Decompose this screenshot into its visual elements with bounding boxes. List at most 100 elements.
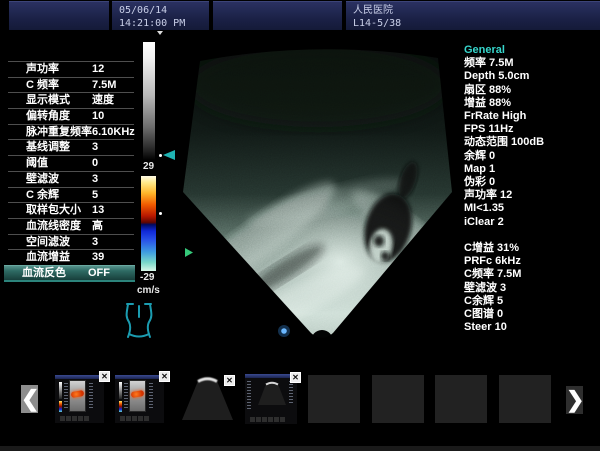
thumb-image [129, 380, 146, 412]
parameter-row[interactable]: 偏转角度 10 [8, 108, 134, 124]
parameter-label: 壁滤波 [26, 172, 59, 187]
filmstrip-prev-button[interactable]: ❮ [21, 385, 38, 413]
info-line: PRFc 6kHz [464, 255, 598, 268]
thumbnail-slot-empty [308, 375, 360, 423]
thumb-doppler-blob [71, 390, 85, 398]
parameter-label: 血流增益 [26, 250, 70, 265]
topbar-segment-blank [9, 1, 109, 30]
parameter-value: 10 [92, 109, 104, 124]
parameter-row[interactable]: 血流增益 39 [8, 249, 134, 265]
close-icon[interactable]: ✕ [99, 371, 110, 382]
thumbnail-doppler-1[interactable]: ✕ [55, 375, 104, 423]
parameter-row[interactable]: 壁滤波 3 [8, 171, 134, 187]
parameter-label: C 频率 [26, 78, 59, 93]
parameter-value: 3 [92, 235, 98, 250]
gray-scale-bar [143, 42, 155, 160]
parameter-label: 空间滤波 [26, 235, 70, 250]
close-icon[interactable]: ✕ [290, 372, 301, 383]
thumbnail-sector-3[interactable]: ✕ [178, 372, 237, 427]
parameter-value: 6.10KHz [92, 125, 135, 140]
info-line: 扇区 88% [464, 84, 598, 97]
thumbnail-sector-4[interactable]: ✕ [245, 374, 297, 424]
thumb-filmstrip [60, 416, 89, 422]
focus-caret-icon [185, 248, 193, 257]
thumb-filmstrip [120, 416, 149, 422]
body-marker-icon [123, 301, 155, 341]
color-scale-min-label: -29 [140, 272, 154, 283]
parameter-value: 0 [92, 156, 98, 171]
thumb-colorbar [59, 401, 62, 412]
close-icon[interactable]: ✕ [159, 371, 170, 382]
parameter-label: 脉冲重复频率 [26, 125, 92, 140]
info-line: C图谱 0 [464, 308, 598, 321]
probe-id: L14-5/38 [353, 17, 600, 30]
thumb-filmstrip [250, 417, 285, 423]
gray-scale-max-label: 29 [143, 161, 154, 172]
info-line: C余辉 5 [464, 295, 598, 308]
close-icon[interactable]: ✕ [224, 375, 235, 386]
parameter-row[interactable]: 显示模式 速度 [8, 92, 134, 108]
velocity-unit-label: cm/s [137, 285, 160, 296]
hospital-name: 人民医院 [353, 4, 600, 17]
thumb-text-specks [149, 383, 153, 409]
info-line [464, 229, 598, 242]
info-line: 增益 88% [464, 97, 598, 110]
parameter-label: 血流反色 [22, 266, 66, 281]
parameter-value: 12 [92, 62, 104, 77]
time-text: 14:21:00 PM [119, 17, 209, 30]
parameter-row[interactable]: 血流反色 OFF [4, 265, 135, 282]
thumb-sector-image [256, 379, 288, 407]
parameter-row[interactable]: C 余辉 5 [8, 187, 134, 203]
gray-scale-marker-icon [157, 31, 163, 35]
parameter-value: OFF [88, 266, 110, 281]
parameter-list: 声功率 12 C 频率 7.5M 显示模式 速度 偏转角度 10 脉冲重复频率 … [8, 61, 134, 282]
parameter-value: 3 [92, 140, 98, 155]
info-line: 伪彩 0 [464, 176, 598, 189]
info-line: 余辉 0 [464, 150, 598, 163]
info-line: MI<1.35 [464, 202, 598, 215]
sample-dot-icon [281, 328, 287, 334]
parameter-label: 基线调整 [26, 140, 70, 155]
thumb-text-specks [64, 383, 68, 409]
thumb-topbar [115, 375, 164, 379]
parameter-value: 7.5M [92, 78, 116, 93]
parameter-row[interactable]: 声功率 12 [8, 61, 134, 77]
thumb-grayscale [119, 382, 122, 399]
color-doppler-bar [141, 176, 156, 271]
thumb-colorbar [119, 401, 122, 412]
topbar-hospital: 人民医院 L14-5/38 [346, 1, 600, 30]
bottom-edge-strip [0, 446, 600, 451]
thumbnail-doppler-2[interactable]: ✕ [115, 375, 164, 423]
filmstrip-next-button[interactable]: ❯ [566, 386, 583, 414]
parameter-label: C 余辉 [26, 188, 59, 203]
thumbnail-slot-empty [499, 375, 551, 423]
parameter-label: 血流线密度 [26, 219, 81, 234]
parameter-label: 显示模式 [26, 93, 70, 108]
gain-arrow-icon [163, 150, 175, 160]
parameter-row[interactable]: 基线调整 3 [8, 139, 134, 155]
topbar-segment-blank2 [213, 1, 342, 30]
imaging-parameters-panel: General 频率 7.5M Depth 5.0cm 扇区 88% 增益 88… [464, 44, 598, 334]
parameter-label: 偏转角度 [26, 109, 70, 124]
parameter-label: 声功率 [26, 62, 59, 77]
thumb-text-specks [289, 381, 293, 403]
topbar-datetime: 05/06/14 14:21:00 PM [112, 1, 209, 30]
parameter-row[interactable]: 阈值 0 [8, 155, 134, 171]
parameter-row[interactable]: 血流线密度 高 [8, 218, 134, 234]
thumbnail-slot-empty [372, 375, 424, 423]
parameter-row[interactable]: C 频率 7.5M [8, 77, 134, 93]
parameter-row[interactable]: 脉冲重复频率 6.10KHz [8, 124, 134, 140]
parameter-row[interactable]: 取样包大小 13 [8, 202, 134, 218]
ultrasound-console-screen: 05/06/14 14:21:00 PM 人民医院 L14-5/38 声功率 1… [0, 0, 600, 451]
parameter-row[interactable]: 空间滤波 3 [8, 234, 134, 250]
info-line: Steer 10 [464, 321, 598, 334]
info-line: Depth 5.0cm [464, 70, 598, 83]
gain-dot-icon [159, 154, 162, 157]
parameter-value: 39 [92, 250, 104, 265]
info-line: iClear 2 [464, 216, 598, 229]
thumb-topbar [55, 375, 104, 379]
parameter-label: 取样包大小 [26, 203, 81, 218]
parameter-value: 5 [92, 188, 98, 203]
parameter-label: 阈值 [26, 156, 48, 171]
parameter-value: 高 [92, 219, 103, 234]
